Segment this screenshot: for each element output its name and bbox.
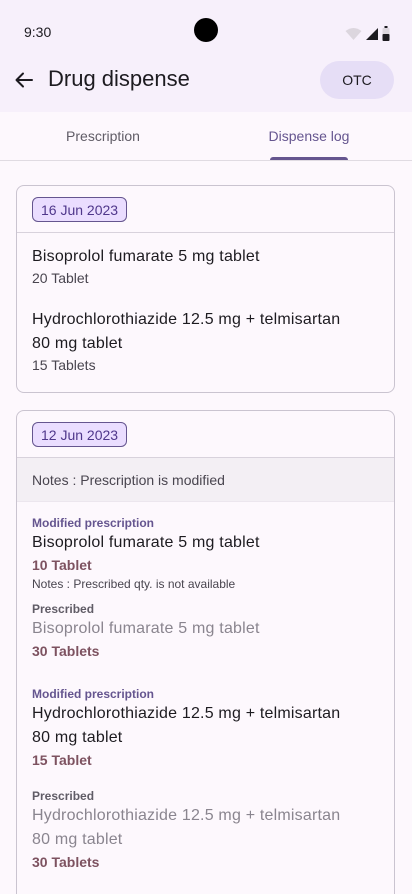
drug-name: Bisoprolol fumarate 5 mg tablet [32, 534, 260, 551]
drug-qty: 15 Tablets [32, 357, 96, 373]
status-bar: 9:30 [0, 0, 412, 60]
page-title: Drug dispense [48, 66, 190, 91]
prescribed-drug-name-line2: 80 mg tablet [32, 831, 123, 848]
item-note: Notes : Prescribed qty. is not available [32, 577, 236, 591]
tab-prescription[interactable]: Prescription [0, 112, 206, 160]
back-button[interactable] [10, 66, 38, 94]
wifi-icon [345, 28, 362, 40]
dispense-item: Bisoprolol fumarate 5 mg tablet 20 Table… [17, 233, 394, 287]
modified-prescription-label: Modified prescription [32, 516, 155, 530]
battery-icon [382, 26, 390, 41]
otc-button[interactable]: OTC [320, 61, 394, 99]
dispense-card: 16 Jun 2023 Bisoprolol fumarate 5 mg tab… [16, 185, 395, 393]
drug-name-line2: 80 mg tablet [32, 335, 123, 352]
dispense-card: 12 Jun 2023 Notes : Prescription is modi… [16, 410, 395, 894]
status-icons [345, 25, 390, 41]
drug-qty: 10 Tablet [32, 557, 92, 573]
prescribed-label: Prescribed [32, 602, 95, 616]
prescribed-label: Prescribed [32, 789, 95, 803]
card-notes: Notes : Prescription is modified [17, 458, 394, 502]
drug-qty: 20 Tablet [32, 270, 89, 286]
modified-prescription-label: Modified prescription [32, 687, 155, 701]
drug-name-line2: 80 mg tablet [32, 729, 123, 746]
tab-dispense-log[interactable]: Dispense log [206, 112, 412, 160]
prescribed-qty: 30 Tablets [32, 854, 100, 870]
tab-bar: Prescription Dispense log [0, 112, 412, 161]
drug-name-line1: Hydrochlorothiazide 12.5 mg + telmisarta… [32, 311, 341, 328]
prescribed-qty: 30 Tablets [32, 643, 100, 659]
top-app-bar: Drug dispense OTC [0, 60, 412, 112]
status-time: 9:30 [24, 24, 52, 40]
modified-item: Modified prescription Hydrochlorothiazid… [17, 661, 394, 872]
date-chip: 16 Jun 2023 [32, 197, 128, 222]
tab-indicator [270, 157, 348, 160]
prescribed-drug-name-line1: Hydrochlorothiazide 12.5 mg + telmisarta… [32, 807, 341, 824]
drug-qty: 15 Tablet [32, 752, 92, 768]
card-header: 16 Jun 2023 [17, 186, 394, 233]
camera-cutout [194, 18, 218, 42]
dispense-item: Hydrochlorothiazide 12.5 mg + telmisarta… [17, 287, 394, 374]
drug-name-line1: Hydrochlorothiazide 12.5 mg + telmisarta… [32, 705, 341, 722]
arrow-back-icon [15, 72, 33, 88]
prescribed-drug-name: Bisoprolol fumarate 5 mg tablet [32, 620, 260, 637]
dispense-log-list: 16 Jun 2023 Bisoprolol fumarate 5 mg tab… [16, 185, 395, 894]
date-chip: 12 Jun 2023 [32, 422, 128, 447]
card-header: 12 Jun 2023 [17, 411, 394, 458]
signal-icon [366, 28, 378, 40]
drug-name: Bisoprolol fumarate 5 mg tablet [32, 248, 260, 265]
modified-item: Modified prescription Bisoprolol fumarat… [17, 502, 394, 661]
